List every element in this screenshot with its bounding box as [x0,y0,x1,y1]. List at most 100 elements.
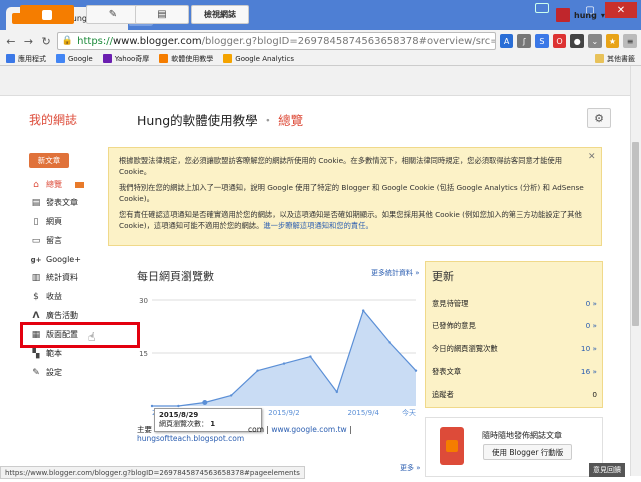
update-label: 追蹤者 [432,390,454,399]
notice-paragraph: 根據歐盟法律規定，您必須讓歐盟訪客瞭解您的網誌所使用的 Cookie。在多數情況… [119,156,563,176]
other-bookmarks[interactable]: 其他書籤 [595,54,635,64]
bookmark-apps[interactable]: 應用程式 [6,54,46,64]
earnings-icon: $ [33,291,39,302]
chart-point[interactable] [362,309,365,312]
chart-point[interactable] [414,369,418,372]
bookmark-label: 軟體使用教學 [171,54,214,63]
sidebar-item-settings[interactable]: ✎ 設定 [31,365,62,380]
back-icon[interactable]: ← [4,34,18,48]
promo-text: 隨時隨地發佈網誌文章 [482,431,562,440]
blogger-icon [159,54,169,63]
chevron-down-icon: ▾ [600,10,605,20]
blogger-logo-icon [446,440,458,452]
chart-x-tick-label: 今天 [402,408,416,416]
sidebar-item-label: 統計資料 [46,273,78,282]
chart-y-tick-label: 30 [139,297,148,305]
reload-icon[interactable]: ↻ [39,34,53,48]
posts-list-icon: ▤ [157,9,167,20]
extension-icon[interactable]: O [552,34,567,48]
bookmarks-bar: 應用程式 Google Yahoo奇摩 軟體使用教學 Google Analyt… [0,52,641,66]
extension-icon[interactable]: S [535,34,549,48]
translate-extension-icon[interactable]: A [499,34,514,48]
campaigns-icon: Λ [32,310,40,321]
bookmark-yahoo[interactable]: Yahoo奇摩 [102,54,149,64]
comments-icon: ▭ [31,235,41,246]
extension-icon[interactable]: ⌄ [588,34,602,48]
referrer-link[interactable]: www.google.com.tw [271,425,346,434]
chart-point[interactable] [282,362,286,365]
gear-icon[interactable]: ⚙ [587,108,611,128]
sidebar-item-posts[interactable]: ▤ 發表文章 [31,195,78,210]
close-window-icon[interactable]: ✕ [605,2,637,18]
chart-point[interactable] [202,399,208,405]
extension-icon[interactable]: ● [570,34,585,48]
update-row[interactable]: 發表文章 16 » [432,367,597,381]
sidebar-item-pages[interactable]: ▯ 網頁 [31,214,62,229]
extension-icon[interactable]: ★ [605,34,620,48]
update-value[interactable]: 10 » [581,344,597,358]
stats-icon: ▥ [31,272,41,283]
update-label: 已發佈的意見 [432,321,476,330]
update-value[interactable]: 0 » [586,321,597,335]
update-row[interactable]: 意見待管理 0 » [432,299,597,313]
chart-point[interactable] [335,390,338,394]
view-posts-button[interactable]: ▤ [135,5,189,24]
address-bar[interactable]: 🔒 https://www.blogger.com/blogger.g?blog… [56,32,496,50]
update-value[interactable]: 0 » [586,299,597,313]
referrer-link[interactable]: hungsoftteach.blogspot.com [137,434,244,443]
bookmark-analytics[interactable]: Google Analytics [223,54,294,63]
sidebar-item-stats[interactable]: ▥ 統計資料 [31,270,78,285]
tooltip-date: 2015/8/29 [159,411,199,419]
chart-point[interactable] [177,404,180,408]
feedback-button[interactable]: 意見回饋 [589,463,625,477]
lock-icon: 🔒 [61,36,74,46]
more-link[interactable]: 更多 » [400,463,421,473]
bookmark-label: Google Analytics [235,54,294,63]
google-plus-icon: g+ [30,255,42,264]
update-row[interactable]: 已發佈的意見 0 » [432,321,597,335]
my-blogs-link[interactable]: 我的網誌 [29,111,77,128]
notice-paragraph: 您有責任確認這項通知是否確實適用於您的網誌，以及這項通知是否確如期顯示。如果您採… [119,210,591,231]
apps-icon [6,54,15,63]
status-bar: https://www.blogger.com/blogger.g?blogID… [0,466,305,479]
scrollbar-thumb[interactable] [632,142,639,326]
account-menu[interactable]: hung ▾ [556,8,605,22]
sidebar-item-overview[interactable]: ⌂ 總覽 [31,177,84,192]
browser-toolbar: ← → ↻ 🔒 https://www.blogger.com/blogger.… [0,30,641,52]
forward-icon[interactable]: → [22,34,36,48]
update-value[interactable]: 16 » [581,367,597,381]
pageviews-title: 每日網頁瀏覽數 [137,270,214,283]
new-post-pencil-button[interactable]: ✎ [86,5,140,24]
mobile-blogger-button[interactable]: 使用 Blogger 行動版 [483,444,573,460]
update-label: 發表文章 [432,367,462,376]
menu-icon[interactable]: ≡ [623,34,637,48]
bookmark-google[interactable]: Google [56,54,93,63]
profile-icon[interactable] [535,3,549,13]
chart-point[interactable] [388,341,391,344]
extension-icon[interactable]: ʃ [517,34,532,48]
sidebar-item-campaigns[interactable]: Λ 廣告活動 [31,308,78,323]
update-row[interactable]: 今日的網頁瀏覽次數 10 » [432,344,597,358]
chart-point[interactable] [230,394,233,397]
sidebar-item-comments[interactable]: ▭ 留言 [31,233,62,248]
view-blog-button[interactable]: 檢視網誌 [191,5,249,24]
sidebar-item-earnings[interactable]: $ 收益 [31,289,62,304]
notice-learn-more-link[interactable]: 進一步瞭解這項通知和您的責任。 [263,221,372,230]
chart-point[interactable] [256,369,259,372]
more-stats-link[interactable]: 更多統計資料 » [371,268,420,278]
blogger-logo-button[interactable] [20,5,74,24]
pages-icon: ▯ [33,216,39,227]
chart-point[interactable] [150,404,154,408]
chart-point[interactable] [309,355,312,358]
close-icon[interactable]: ✕ [588,152,596,162]
chart-area [152,310,416,406]
sidebar-item-google-plus[interactable]: g+ Google+ [31,252,81,267]
sidebar-item-template[interactable]: ▚ 範本 [31,346,62,361]
section-name: 總覽 [278,113,304,128]
chart-x-tick-label: 2015/9/2 [268,409,299,416]
sidebar-item-label: 網頁 [46,217,62,226]
bookmark-blogger[interactable]: 軟體使用教學 [159,54,213,64]
new-post-button[interactable]: 新文章 [29,153,69,168]
home-icon: ⌂ [33,179,39,190]
url-host: www.blogger.com [113,35,202,47]
